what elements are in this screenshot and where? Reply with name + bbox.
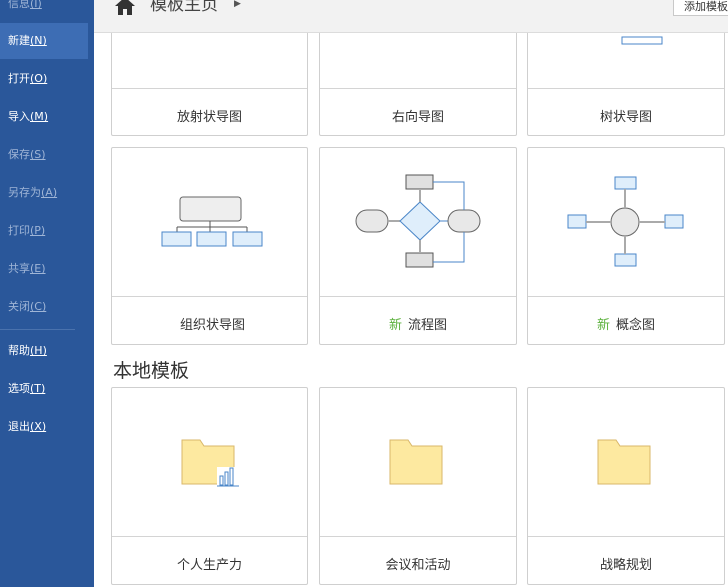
org-chart-thumbnail-icon [161,196,263,247]
menu-shortcut: (O) [30,72,48,85]
menu-new[interactable]: 新建(N) [0,23,88,59]
card-divider [112,88,307,89]
menu-shortcut: (C) [30,300,47,313]
breadcrumb-bar: 模板主页 ▶ 添加模板 [94,0,728,33]
menu-label: 打开 [8,72,30,85]
folder-icon [597,439,651,485]
menu-shortcut: (H) [30,344,47,357]
card-label-text: 组织状导图 [179,318,245,333]
menu-save[interactable]: 保存(S) [0,137,88,173]
menu-shortcut: (T) [30,382,46,395]
menu-label: 另存为 [8,186,41,199]
menu-label: 帮助 [8,344,30,357]
template-card-tree[interactable]: 树状导图 [527,30,725,136]
card-label: 会议和活动 [385,558,451,573]
card-divider [528,296,724,297]
template-card-radial[interactable]: 放射状导图 [111,30,308,136]
menu-help[interactable]: 帮助(H) [0,333,88,369]
menu-open[interactable]: 打开(O) [0,61,88,97]
add-template-button[interactable]: 添加模板 [673,0,728,16]
menu-shortcut: (E) [30,262,46,275]
card-label: 树状导图 [599,110,652,125]
folder-chart-icon [181,439,239,487]
menu-shortcut: (A) [41,186,58,199]
section-title-local: 本地模板 [113,360,190,382]
menu-label: 信息 [8,0,30,10]
new-badge: 新 [596,318,610,333]
template-card-flowchart[interactable]: 新流程图 [319,147,517,345]
menu-save-as[interactable]: 另存为(A) [0,175,88,211]
template-card-org-chart[interactable]: 组织状导图 [111,147,308,345]
menu-label: 新建 [8,34,30,47]
menu-options[interactable]: 选项(T) [0,371,88,407]
card-divider [528,536,724,537]
card-label: 战略规划 [599,558,652,573]
card-label: 放射状导图 [176,110,242,125]
menu-shortcut: (N) [30,34,47,47]
card-label: 新概念图 [528,314,724,333]
folder-icon [389,439,443,485]
concept-map-thumbnail-icon [567,176,684,267]
menu-close[interactable]: 关闭(C) [0,289,88,325]
menu-print[interactable]: 打印(P) [0,213,88,249]
card-divider [112,296,307,297]
menu-label: 导入 [8,110,30,123]
flowchart-thumbnail-icon [355,174,481,268]
home-icon[interactable] [114,0,136,16]
tree-thumbnail-icon [621,36,663,45]
card-label-text: 概念图 [616,318,656,333]
breadcrumb-arrow-icon[interactable]: ▶ [234,0,241,9]
menu-label: 打印 [8,224,30,237]
card-label: 新流程图 [320,314,516,333]
card-divider [320,296,516,297]
card-label: 右向导图 [391,110,444,125]
menu-label: 退出 [8,420,30,433]
menu-label: 保存 [8,148,30,161]
menu-shortcut: (S) [30,148,46,161]
menu-exit[interactable]: 退出(X) [0,409,88,445]
template-card-concept-map[interactable]: 新概念图 [527,147,725,345]
card-label: 个人生产力 [176,558,242,573]
menu-shortcut: (P) [30,224,46,237]
card-divider [528,88,724,89]
menu-divider [0,329,75,330]
menu-import[interactable]: 导入(M) [0,99,88,135]
page-title: 模板主页 [150,0,218,15]
template-card-meetings-events[interactable]: 会议和活动 [319,387,517,585]
menu-label: 共享 [8,262,30,275]
new-badge: 新 [388,318,402,333]
menu-share[interactable]: 共享(E) [0,251,88,287]
menu-shortcut: (X) [30,420,47,433]
menu-info[interactable]: 信息(I) [0,0,88,22]
template-card-strategy-planning[interactable]: 战略规划 [527,387,725,585]
template-card-right-map[interactable]: 右向导图 [319,30,517,136]
menu-shortcut: (M) [30,110,49,123]
card-divider [112,536,307,537]
card-label-text: 流程图 [408,318,448,333]
card-divider [320,88,516,89]
menu-shortcut: (I) [30,0,42,10]
template-card-personal-productivity[interactable]: 个人生产力 [111,387,308,585]
card-label: 组织状导图 [112,314,307,333]
menu-label: 选项 [8,382,30,395]
file-menu-sidebar: 信息(I) 新建(N) 打开(O) 导入(M) 保存(S) 另存为(A) 打印(… [0,0,94,587]
card-divider [320,536,516,537]
menu-label: 关闭 [8,300,30,313]
